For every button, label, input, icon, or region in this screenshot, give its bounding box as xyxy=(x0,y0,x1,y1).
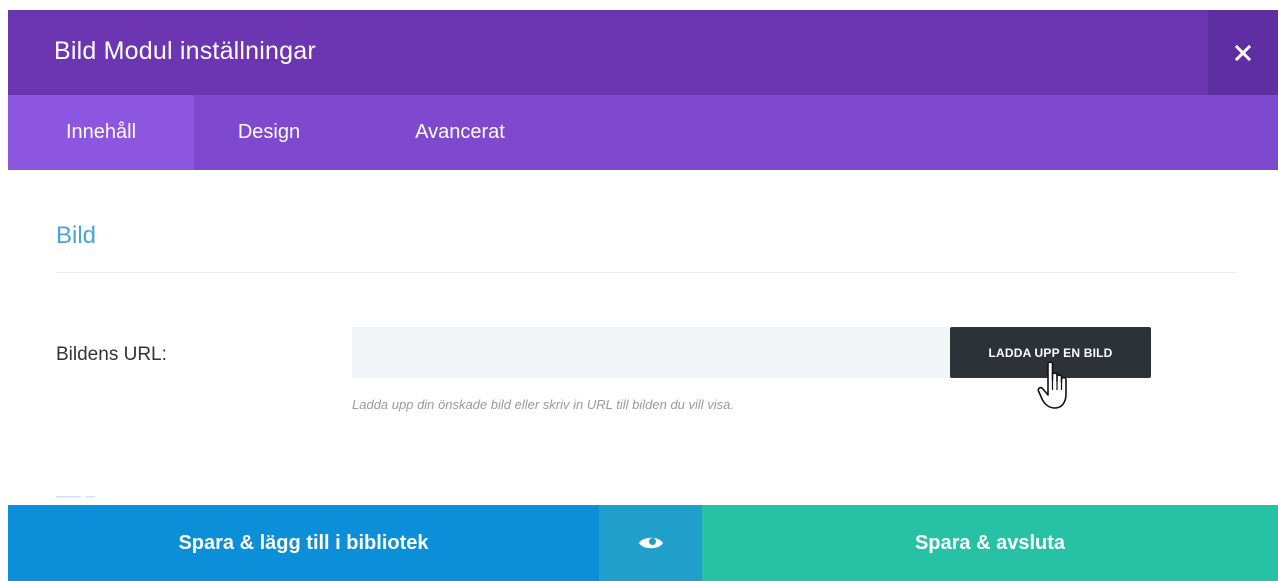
tab-design[interactable]: Design xyxy=(194,95,344,170)
save-add-library-button[interactable]: Spara & lägg till i bibliotek xyxy=(8,505,599,581)
section-title[interactable]: Bild xyxy=(56,222,96,250)
close-button[interactable] xyxy=(1208,10,1278,95)
close-icon xyxy=(1235,44,1251,61)
top-strip xyxy=(0,0,1278,10)
module-settings-modal: Bild Modul inställningar Innehåll Design… xyxy=(8,10,1278,581)
image-url-label: Bildens URL: xyxy=(56,344,167,365)
save-exit-button[interactable]: Spara & avsluta xyxy=(702,505,1278,581)
hand-pointer-icon xyxy=(1037,361,1067,409)
section-divider xyxy=(56,272,1237,273)
eye-icon xyxy=(638,537,663,549)
image-url-input[interactable] xyxy=(352,327,950,378)
tab-advanced[interactable]: Avancerat xyxy=(344,95,576,170)
settings-tabs: Innehåll Design Avancerat xyxy=(8,95,1278,170)
image-url-help-text: Ladda upp din önskade bild eller skriv i… xyxy=(352,397,735,412)
preview-button[interactable] xyxy=(599,505,702,581)
modal-footer: Spara & lägg till i bibliotek Spara & av… xyxy=(8,505,1278,581)
modal-title: Bild Modul inställningar xyxy=(54,37,316,65)
tab-content[interactable]: Innehåll xyxy=(8,95,194,170)
modal-header: Bild Modul inställningar xyxy=(8,10,1278,95)
settings-content: Bild Bildens URL: LADDA UPP EN BILD Ladd… xyxy=(8,170,1278,508)
